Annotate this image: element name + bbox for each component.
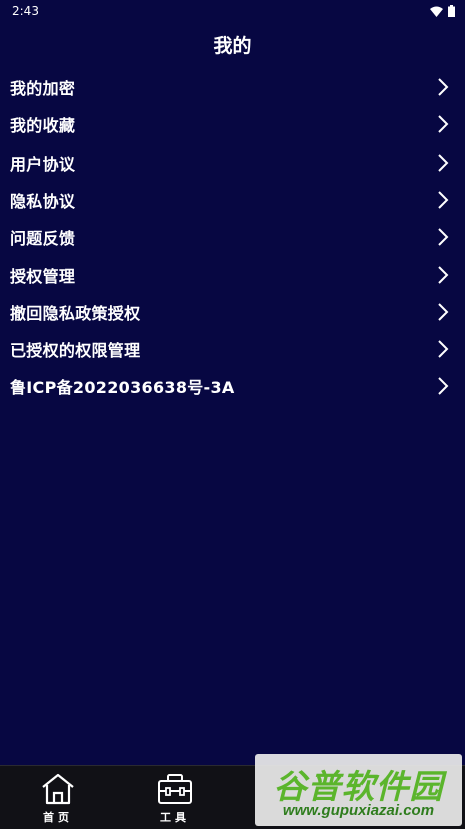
watermark-url: www.gupuxiazai.com <box>282 802 435 819</box>
nav-item-tools[interactable]: 工具 <box>145 772 205 825</box>
status-bar: 2:43 <box>0 0 465 22</box>
status-time: 2:43 <box>12 4 39 18</box>
menu-item-label: 问题反馈 <box>10 229 76 249</box>
menu-item-label: 已授权的权限管理 <box>10 340 141 360</box>
home-icon <box>42 773 74 805</box>
chevron-right-icon <box>438 303 449 321</box>
menu-item-label: 用户协议 <box>10 154 76 174</box>
chevron-right-icon <box>438 228 449 247</box>
chevron-right-icon <box>438 191 449 209</box>
battery-icon <box>448 5 455 17</box>
chevron-right-icon <box>438 77 449 96</box>
watermark-title: 谷普软件园 <box>273 767 444 806</box>
menu-item-label: 我的加密 <box>10 78 76 98</box>
menu-item-my-encryption[interactable]: 我的加密 <box>0 68 465 105</box>
chevron-right-icon <box>438 340 449 358</box>
chevron-right-icon <box>438 154 449 172</box>
menu-item-label: 撤回隐私政策授权 <box>10 303 141 323</box>
watermark: 谷普软件园 www.gupuxiazai.com <box>255 754 462 826</box>
menu-list: 我的加密 我的收藏 用户协议 隐私协议 问题反馈 授权管理 撤回隐私政策授权 已… <box>0 68 465 405</box>
menu-item-user-agreement[interactable]: 用户协议 <box>0 144 465 181</box>
menu-item-feedback[interactable]: 问题反馈 <box>0 219 465 256</box>
menu-item-label: 授权管理 <box>10 266 76 286</box>
chevron-right-icon <box>438 377 449 395</box>
wifi-icon <box>430 6 443 17</box>
menu-item-authorization-management[interactable]: 授权管理 <box>0 256 465 293</box>
menu-item-label: 我的收藏 <box>10 115 76 135</box>
nav-label-home: 首页 <box>43 811 73 824</box>
menu-item-my-favorites[interactable]: 我的收藏 <box>0 105 465 142</box>
menu-item-granted-permissions[interactable]: 已授权的权限管理 <box>0 330 465 367</box>
nav-label-tools: 工具 <box>160 811 190 824</box>
toolbox-icon <box>158 774 192 804</box>
menu-item-privacy-agreement[interactable]: 隐私协议 <box>0 182 465 219</box>
page-title: 我的 <box>213 35 252 57</box>
menu-item-label: 隐私协议 <box>10 192 76 212</box>
menu-item-label: 鲁ICP备2022036638号-3A <box>10 378 235 398</box>
chevron-right-icon <box>438 115 449 133</box>
menu-item-revoke-privacy-authorization[interactable]: 撤回隐私政策授权 <box>0 293 465 330</box>
chevron-right-icon <box>438 265 449 284</box>
status-icons <box>430 5 455 17</box>
menu-item-icp-record[interactable]: 鲁ICP备2022036638号-3A <box>0 368 465 405</box>
nav-item-home[interactable]: 首页 <box>28 772 88 825</box>
